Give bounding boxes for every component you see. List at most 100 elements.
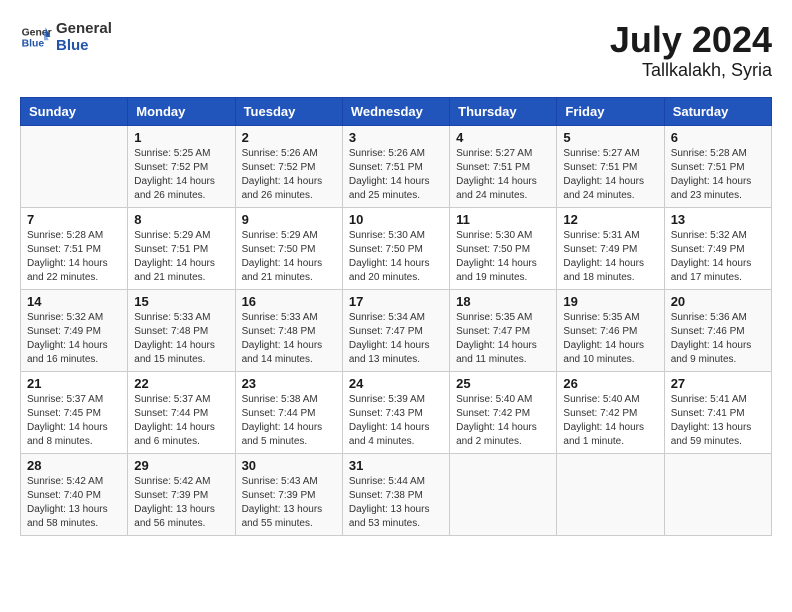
calendar-cell: 17 Sunrise: 5:34 AM Sunset: 7:47 PM Dayli… <box>342 289 449 371</box>
day-info: Sunrise: 5:42 AM Sunset: 7:40 PM Dayligh… <box>27 475 121 531</box>
calendar-cell: 25 Sunrise: 5:40 AM Sunset: 7:42 PM Dayli… <box>450 371 557 453</box>
day-info: Sunrise: 5:41 AM Sunset: 7:41 PM Dayligh… <box>671 393 765 449</box>
calendar-cell: 15Sunrise: 5:33 AM Sunset: 7:48 PM Dayli… <box>128 289 235 371</box>
day-info: Sunrise: 5:30 AM Sunset: 7:50 PM Dayligh… <box>349 229 443 285</box>
calendar-cell: 19 Sunrise: 5:35 AM Sunset: 7:46 PM Dayli… <box>557 289 664 371</box>
calendar-cell: 21 Sunrise: 5:37 AM Sunset: 7:45 PM Dayli… <box>21 371 128 453</box>
calendar-cell: 2Sunrise: 5:26 AM Sunset: 7:52 PM Daylig… <box>235 125 342 207</box>
day-number: 14 <box>27 294 121 309</box>
page-header: General Blue General Blue July 2024 Tall… <box>20 20 772 81</box>
day-info: Sunrise: 5:29 AM Sunset: 7:51 PM Dayligh… <box>134 229 228 285</box>
calendar-cell <box>450 453 557 535</box>
day-info: Sunrise: 5:35 AM Sunset: 7:46 PM Dayligh… <box>563 311 657 367</box>
day-number: 19 <box>563 294 657 309</box>
calendar-cell: 26Sunrise: 5:40 AM Sunset: 7:42 PM Dayli… <box>557 371 664 453</box>
calendar-title: July 2024 <box>610 20 772 60</box>
day-info: Sunrise: 5:27 AM Sunset: 7:51 PM Dayligh… <box>563 147 657 203</box>
day-info: Sunrise: 5:31 AM Sunset: 7:49 PM Dayligh… <box>563 229 657 285</box>
day-info: Sunrise: 5:44 AM Sunset: 7:38 PM Dayligh… <box>349 475 443 531</box>
header-day: Monday <box>128 97 235 125</box>
day-number: 13 <box>671 212 765 227</box>
calendar-body: 1Sunrise: 5:25 AM Sunset: 7:52 PM Daylig… <box>21 125 772 535</box>
calendar-week-row: 21 Sunrise: 5:37 AM Sunset: 7:45 PM Dayli… <box>21 371 772 453</box>
calendar-week-row: 14 Sunrise: 5:32 AM Sunset: 7:49 PM Dayli… <box>21 289 772 371</box>
day-number: 28 <box>27 458 121 473</box>
day-number: 17 <box>349 294 443 309</box>
calendar-cell: 12 Sunrise: 5:31 AM Sunset: 7:49 PM Dayli… <box>557 207 664 289</box>
calendar-cell: 5 Sunrise: 5:27 AM Sunset: 7:51 PM Daylig… <box>557 125 664 207</box>
calendar-cell <box>21 125 128 207</box>
calendar-cell: 31Sunrise: 5:44 AM Sunset: 7:38 PM Dayli… <box>342 453 449 535</box>
day-info: Sunrise: 5:27 AM Sunset: 7:51 PM Dayligh… <box>456 147 550 203</box>
calendar-cell: 1Sunrise: 5:25 AM Sunset: 7:52 PM Daylig… <box>128 125 235 207</box>
calendar-cell: 3 Sunrise: 5:26 AM Sunset: 7:51 PM Daylig… <box>342 125 449 207</box>
calendar-cell: 24 Sunrise: 5:39 AM Sunset: 7:43 PM Dayli… <box>342 371 449 453</box>
calendar-cell: 11 Sunrise: 5:30 AM Sunset: 7:50 PM Dayli… <box>450 207 557 289</box>
day-number: 21 <box>27 376 121 391</box>
day-number: 27 <box>671 376 765 391</box>
day-info: Sunrise: 5:40 AM Sunset: 7:42 PM Dayligh… <box>563 393 657 449</box>
calendar-cell: 16Sunrise: 5:33 AM Sunset: 7:48 PM Dayli… <box>235 289 342 371</box>
calendar-cell: 10 Sunrise: 5:30 AM Sunset: 7:50 PM Dayli… <box>342 207 449 289</box>
day-info: Sunrise: 5:26 AM Sunset: 7:51 PM Dayligh… <box>349 147 443 203</box>
day-info: Sunrise: 5:28 AM Sunset: 7:51 PM Dayligh… <box>27 229 121 285</box>
day-number: 30 <box>242 458 336 473</box>
day-info: Sunrise: 5:29 AM Sunset: 7:50 PM Dayligh… <box>242 229 336 285</box>
day-info: Sunrise: 5:26 AM Sunset: 7:52 PM Dayligh… <box>242 147 336 203</box>
day-info: Sunrise: 5:38 AM Sunset: 7:44 PM Dayligh… <box>242 393 336 449</box>
day-info: Sunrise: 5:30 AM Sunset: 7:50 PM Dayligh… <box>456 229 550 285</box>
calendar-cell: 7 Sunrise: 5:28 AM Sunset: 7:51 PM Daylig… <box>21 207 128 289</box>
day-info: Sunrise: 5:37 AM Sunset: 7:45 PM Dayligh… <box>27 393 121 449</box>
logo-blue: Blue <box>56 37 112 54</box>
day-number: 8 <box>134 212 228 227</box>
day-info: Sunrise: 5:32 AM Sunset: 7:49 PM Dayligh… <box>671 229 765 285</box>
day-info: Sunrise: 5:35 AM Sunset: 7:47 PM Dayligh… <box>456 311 550 367</box>
day-number: 22 <box>134 376 228 391</box>
day-info: Sunrise: 5:34 AM Sunset: 7:47 PM Dayligh… <box>349 311 443 367</box>
header-day: Saturday <box>664 97 771 125</box>
day-info: Sunrise: 5:25 AM Sunset: 7:52 PM Dayligh… <box>134 147 228 203</box>
day-number: 3 <box>349 130 443 145</box>
day-number: 29 <box>134 458 228 473</box>
calendar-cell: 6 Sunrise: 5:28 AM Sunset: 7:51 PM Daylig… <box>664 125 771 207</box>
day-info: Sunrise: 5:32 AM Sunset: 7:49 PM Dayligh… <box>27 311 121 367</box>
day-number: 18 <box>456 294 550 309</box>
calendar-cell: 27 Sunrise: 5:41 AM Sunset: 7:41 PM Dayli… <box>664 371 771 453</box>
day-info: Sunrise: 5:43 AM Sunset: 7:39 PM Dayligh… <box>242 475 336 531</box>
header-day: Sunday <box>21 97 128 125</box>
calendar-cell: 29Sunrise: 5:42 AM Sunset: 7:39 PM Dayli… <box>128 453 235 535</box>
day-number: 7 <box>27 212 121 227</box>
day-number: 12 <box>563 212 657 227</box>
calendar-cell <box>557 453 664 535</box>
day-number: 25 <box>456 376 550 391</box>
day-number: 11 <box>456 212 550 227</box>
day-info: Sunrise: 5:39 AM Sunset: 7:43 PM Dayligh… <box>349 393 443 449</box>
calendar-cell: 20Sunrise: 5:36 AM Sunset: 7:46 PM Dayli… <box>664 289 771 371</box>
day-number: 5 <box>563 130 657 145</box>
calendar-cell: 8 Sunrise: 5:29 AM Sunset: 7:51 PM Daylig… <box>128 207 235 289</box>
calendar-cell: 28 Sunrise: 5:42 AM Sunset: 7:40 PM Dayli… <box>21 453 128 535</box>
day-info: Sunrise: 5:28 AM Sunset: 7:51 PM Dayligh… <box>671 147 765 203</box>
day-info: Sunrise: 5:40 AM Sunset: 7:42 PM Dayligh… <box>456 393 550 449</box>
calendar-cell: 14 Sunrise: 5:32 AM Sunset: 7:49 PM Dayli… <box>21 289 128 371</box>
day-info: Sunrise: 5:36 AM Sunset: 7:46 PM Dayligh… <box>671 311 765 367</box>
day-info: Sunrise: 5:33 AM Sunset: 7:48 PM Dayligh… <box>242 311 336 367</box>
header-day: Friday <box>557 97 664 125</box>
day-number: 4 <box>456 130 550 145</box>
title-section: July 2024 Tallkalakh, Syria <box>610 20 772 81</box>
logo: General Blue General Blue <box>20 20 112 54</box>
calendar-cell: 18 Sunrise: 5:35 AM Sunset: 7:47 PM Dayli… <box>450 289 557 371</box>
calendar-cell: 23Sunrise: 5:38 AM Sunset: 7:44 PM Dayli… <box>235 371 342 453</box>
header-day: Thursday <box>450 97 557 125</box>
day-number: 24 <box>349 376 443 391</box>
logo-general: General <box>56 20 112 37</box>
day-number: 6 <box>671 130 765 145</box>
svg-text:Blue: Blue <box>22 39 45 50</box>
day-number: 10 <box>349 212 443 227</box>
calendar-subtitle: Tallkalakh, Syria <box>610 60 772 81</box>
day-info: Sunrise: 5:37 AM Sunset: 7:44 PM Dayligh… <box>134 393 228 449</box>
calendar-week-row: 28 Sunrise: 5:42 AM Sunset: 7:40 PM Dayli… <box>21 453 772 535</box>
header-day: Tuesday <box>235 97 342 125</box>
day-number: 9 <box>242 212 336 227</box>
day-info: Sunrise: 5:33 AM Sunset: 7:48 PM Dayligh… <box>134 311 228 367</box>
